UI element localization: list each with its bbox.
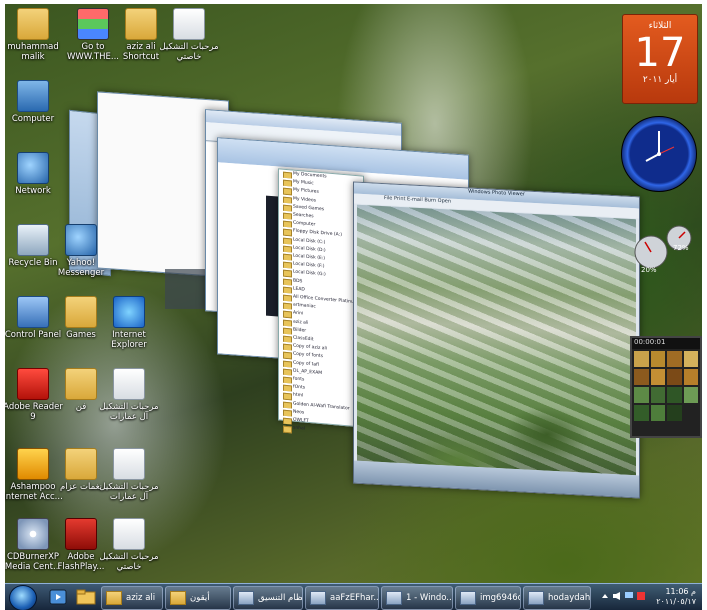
pinned-explorer-icon[interactable] xyxy=(75,587,97,607)
landscape-photo xyxy=(357,204,636,476)
network-tray-icon[interactable] xyxy=(625,592,633,600)
desktop-icon-label: مرحبات التشكيل خاصتي xyxy=(159,42,219,62)
taskbar-button[interactable]: img6946cd... xyxy=(455,586,521,610)
folder-shortcut-icon xyxy=(125,8,157,40)
internet-explorer-icon xyxy=(113,296,145,328)
taskbar-button-label: aziz ali xyxy=(126,593,156,603)
taskbar-button[interactable]: hodaydah... xyxy=(523,586,591,610)
cd-icon xyxy=(17,518,49,550)
folder-icon xyxy=(106,590,122,605)
desktop-icon[interactable]: Computer xyxy=(5,80,65,124)
cpu-value: 20% xyxy=(641,266,657,274)
desktop-icon-label: مرحبات التشكيل آل عمارات xyxy=(99,402,159,422)
flag-icon[interactable] xyxy=(637,592,645,600)
desktop-icon[interactable]: مرحبات التشكيل آل عمارات xyxy=(97,448,161,502)
start-button[interactable] xyxy=(9,585,37,610)
desktop-icon[interactable]: Yahoo! Messenger xyxy=(49,224,113,278)
recycle-bin-icon xyxy=(17,224,49,256)
control-panel-icon xyxy=(17,296,49,328)
clock-readout[interactable]: 11:06 م ٢٠١١/٠٥/١٧ xyxy=(656,587,696,607)
taskbar-button[interactable]: aziz ali xyxy=(101,586,163,610)
memory-value: 72% xyxy=(673,244,689,252)
taskbar-button-label: 1 - Windo... xyxy=(406,593,453,603)
folder-icon xyxy=(65,368,97,400)
system-tray: 11:06 م ٢٠١١/٠٥/١٧ xyxy=(595,584,700,610)
desktop-icon[interactable]: مرحبات التشكيل خاصتي xyxy=(157,8,221,62)
tray-arrow-icon[interactable] xyxy=(601,592,609,600)
document-icon xyxy=(113,368,145,400)
web-shortcut-icon xyxy=(77,8,109,40)
puzzle-grid[interactable] xyxy=(632,349,700,423)
pinned-media-player-icon[interactable] xyxy=(47,587,69,607)
taskbar-button-label: img6946cd... xyxy=(480,593,520,603)
desktop-icon-label: Computer xyxy=(11,114,55,124)
puzzle-timer: 00:00:01 xyxy=(632,338,700,349)
desktop-icon[interactable]: مرحبات التشكيل خاصتي xyxy=(97,518,161,572)
calendar-date: 17 xyxy=(634,30,686,76)
document-icon xyxy=(173,8,205,40)
flip3d-window-photo-viewer[interactable]: Windows Photo Viewer File Print E-mail B… xyxy=(353,181,640,499)
computer-icon xyxy=(17,80,49,112)
taskbar-button[interactable]: 1 - Windo... xyxy=(381,586,453,610)
taskbar-button-label: أيقون xyxy=(190,593,210,603)
adobe-reader-icon xyxy=(17,368,49,400)
taskbar: aziz ali أيقون نظام التنسيق... aaFzEFhar...… xyxy=(5,583,702,610)
tray-date: ٢٠١١/٠٥/١٧ xyxy=(656,597,696,606)
document-icon xyxy=(113,518,145,550)
desktop-icon[interactable]: مرحبات التشكيل آل عمارات xyxy=(97,368,161,422)
clock-face-icon xyxy=(645,131,675,162)
desktop-icon-label: Network xyxy=(15,186,51,196)
taskbar-button[interactable]: نظام التنسيق... xyxy=(233,586,303,610)
calendar-month: أيار ٢٠١١ xyxy=(642,75,678,85)
desktop-icon[interactable]: Internet Explorer xyxy=(97,296,161,350)
taskbar-button-label: نظام التنسيق... xyxy=(258,593,303,603)
ashampoo-icon xyxy=(17,448,49,480)
desktop-icon-label: Internet Explorer xyxy=(111,330,147,350)
volume-icon[interactable] xyxy=(613,592,621,600)
network-icon xyxy=(17,152,49,184)
tray-time: 11:06 م xyxy=(665,587,696,596)
cpu-meter-gadget[interactable]: 20% 72% xyxy=(633,216,697,280)
taskbar-button[interactable]: أيقون xyxy=(165,586,231,610)
explorer-folder-tree[interactable]: My Documents My Music My Pictures My Videos… xyxy=(278,168,364,432)
clock-gadget[interactable] xyxy=(621,116,697,192)
flash-icon xyxy=(65,518,97,550)
desktop-icon-label: muhammad malik xyxy=(7,42,59,62)
window-icon xyxy=(528,590,544,605)
document-icon xyxy=(113,448,145,480)
window-icon xyxy=(386,590,402,605)
window-icon xyxy=(310,590,326,605)
desktop: My Documents My Music My Pictures My Videos… xyxy=(5,4,702,610)
window-icon xyxy=(460,590,476,605)
messenger-icon xyxy=(65,224,97,256)
folder-icon xyxy=(170,590,186,605)
folder-icon xyxy=(17,8,49,40)
taskbar-button-label: hodaydah... xyxy=(548,593,591,603)
desktop-icon-label: Yahoo! Messenger xyxy=(57,258,105,278)
folder-icon xyxy=(65,296,97,328)
picture-puzzle-gadget[interactable]: 00:00:01 xyxy=(630,336,702,438)
desktop-icon[interactable]: Network xyxy=(5,152,65,196)
taskbar-button[interactable]: aaFzEFhar... xyxy=(305,586,379,610)
document-icon xyxy=(238,590,254,605)
desktop-icon-label: مرحبات التشكيل آل عمارات xyxy=(99,482,159,502)
calendar-gadget[interactable]: الثلاثاء 17 أيار ٢٠١١ xyxy=(622,14,698,104)
taskbar-button-label: aaFzEFhar... xyxy=(330,593,379,603)
folder-icon xyxy=(65,448,97,480)
desktop-icon-label: مرحبات التشكيل خاصتي xyxy=(99,552,159,572)
desktop-icon[interactable]: muhammad malik xyxy=(5,8,65,62)
